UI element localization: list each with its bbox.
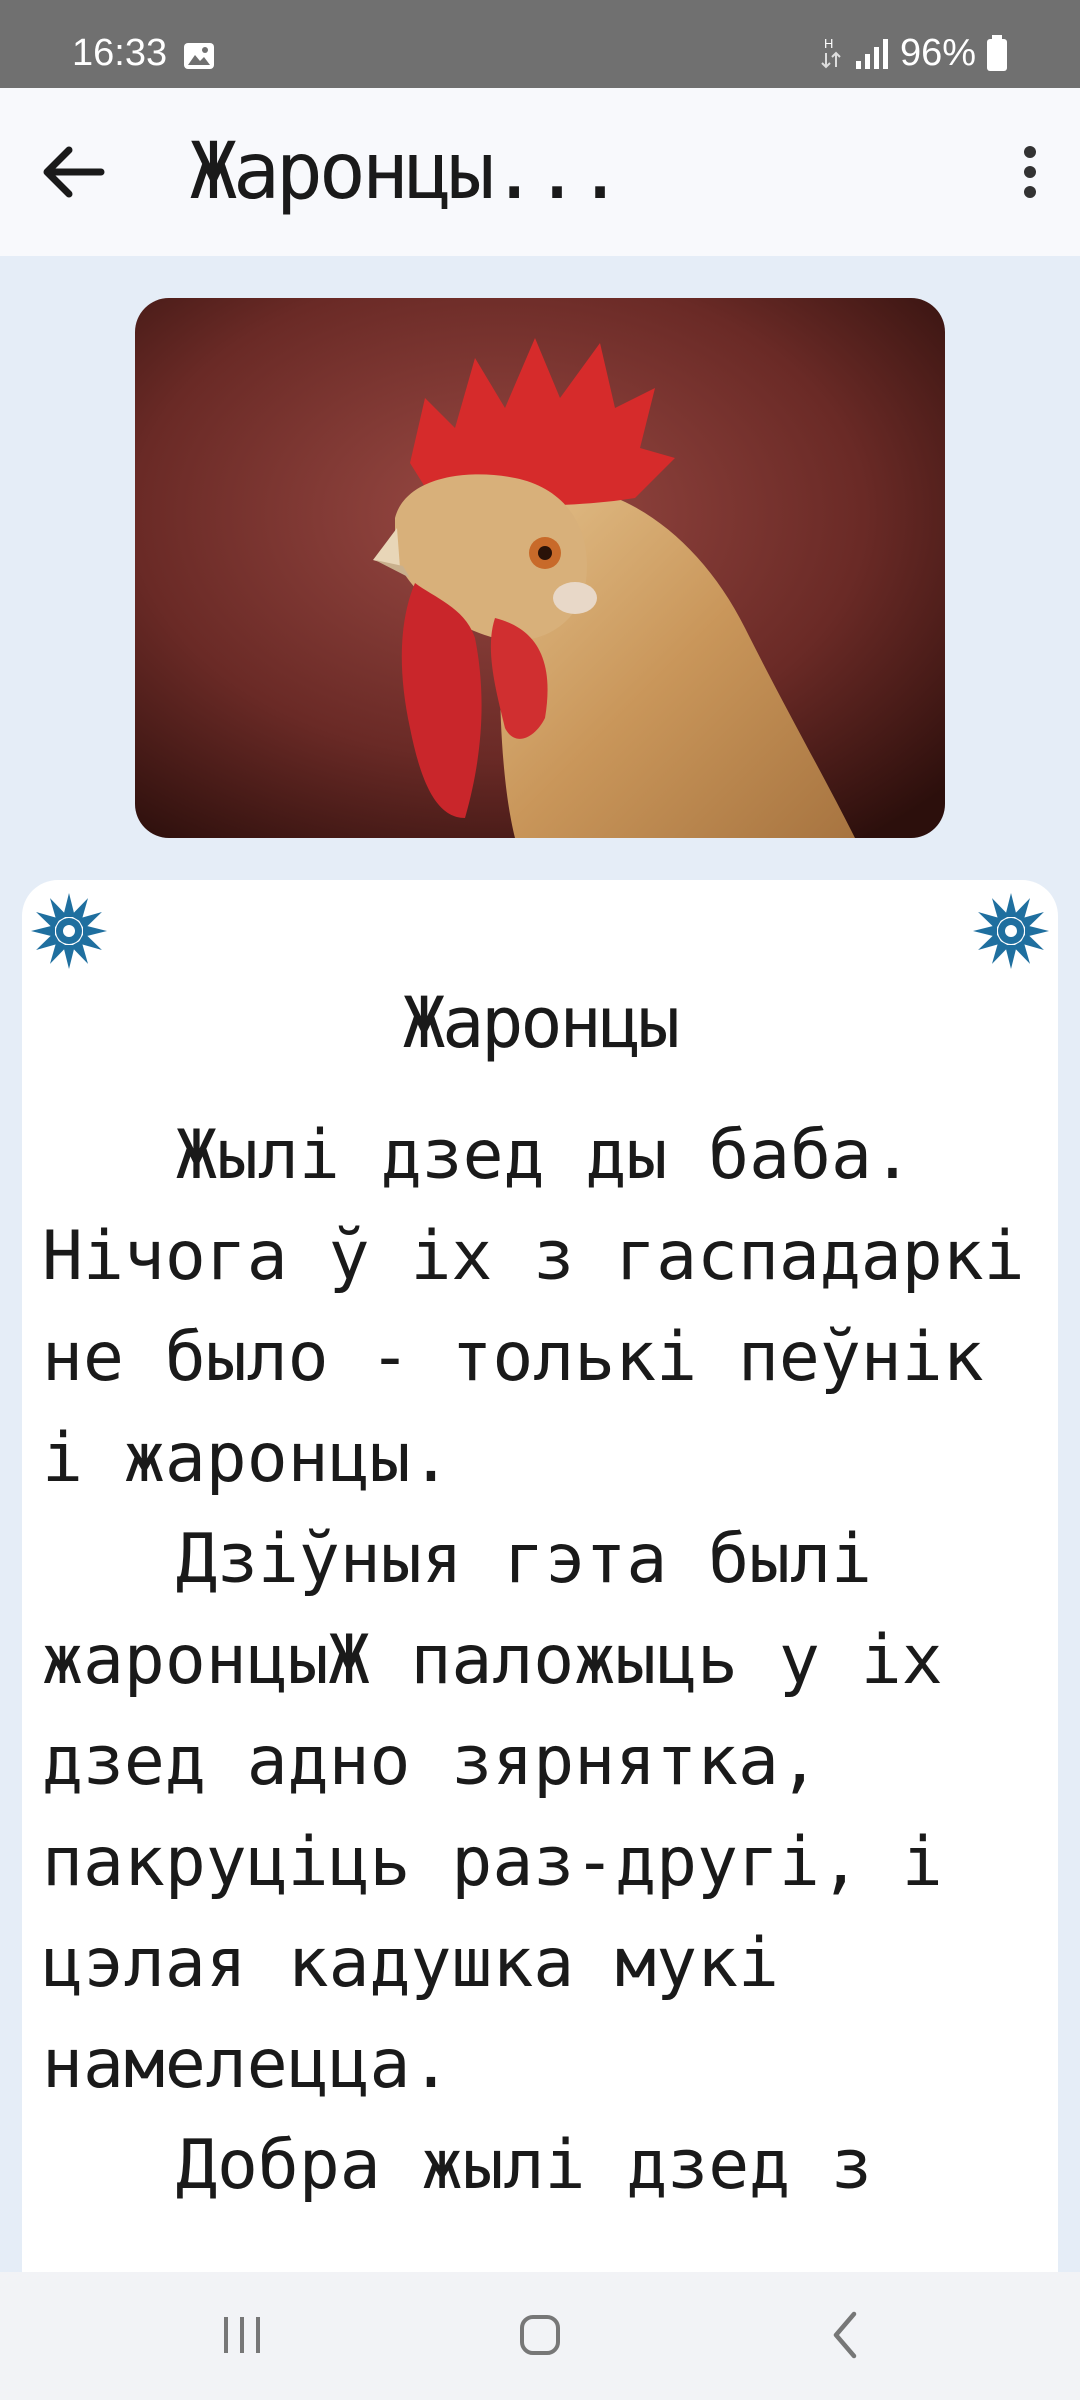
image-icon (184, 43, 214, 69)
status-time: 16:33 (72, 32, 168, 74)
back-icon (833, 2311, 857, 2359)
story-paragraph: Жылі дзед ды баба. Нічога ў іх з гаспада… (42, 1116, 1025, 1498)
signal-icon (855, 39, 888, 69)
cornflower-icon (31, 893, 107, 969)
arrow-back-icon (43, 146, 105, 198)
more-options-button[interactable] (1000, 132, 1060, 212)
home-button[interactable] (500, 2300, 580, 2370)
recent-apps-button[interactable] (202, 2300, 282, 2370)
more-vert-icon (1024, 146, 1036, 198)
svg-text:H: H (824, 36, 833, 51)
status-bar: 16:33 H 96% (0, 0, 1080, 88)
navigation-bar (0, 2272, 1080, 2400)
cornflower-icon (973, 893, 1049, 969)
app-bar: Жаронцы... (0, 88, 1080, 256)
story-paragraph: Добра жылі дзед з (176, 2126, 872, 2205)
recent-apps-icon (224, 2317, 260, 2353)
rooster-image (135, 298, 945, 838)
nav-back-button[interactable] (806, 2300, 886, 2370)
status-right: H 96% (818, 34, 1008, 72)
network-h-icon: H (821, 36, 841, 69)
back-button[interactable] (34, 132, 114, 212)
battery-icon (987, 35, 1007, 71)
page-title: Жаронцы... (190, 127, 624, 217)
battery-percent: 96% (899, 32, 976, 74)
home-icon (520, 2315, 560, 2355)
story-title: Жаронцы (402, 982, 680, 1064)
story-card: Жаронцы Жылі дзед ды баба. Нічога ў іх з… (22, 880, 1058, 2280)
story-paragraph: Дзіўныя гэта былі жаронцыЖ паложыць у іх… (42, 1520, 943, 2104)
story-text: Жылі дзед ды баба. Нічога ў іх з гаспада… (42, 1105, 1052, 2216)
